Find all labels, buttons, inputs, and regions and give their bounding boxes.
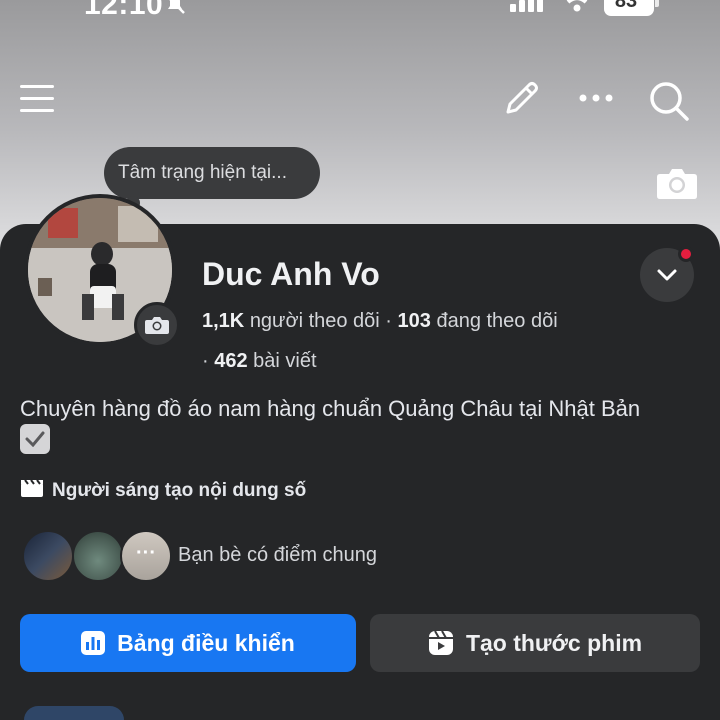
wifi-icon (560, 0, 594, 17)
followers-count[interactable]: 1,1K (202, 310, 244, 332)
following-label[interactable]: đang theo dõi (436, 310, 557, 332)
battery-nub (655, 0, 659, 7)
battery-level: 83 (614, 0, 638, 12)
dashboard-chart-icon (81, 631, 106, 655)
creator-category: Người sáng tạo nội dung số (20, 478, 306, 504)
checkmark-icon (20, 424, 50, 454)
following-count[interactable]: 103 (398, 310, 431, 332)
followers-label[interactable]: người theo dõi (250, 310, 380, 332)
cover-camera-icon[interactable] (656, 166, 698, 205)
more-icon[interactable] (578, 88, 614, 113)
status-bar: 12:10 83 (0, 0, 720, 24)
create-reel-button[interactable]: Tạo thước phim (370, 614, 700, 672)
avatar-camera-button[interactable] (134, 302, 180, 348)
clapperboard-icon (20, 478, 44, 504)
posts-label: bài viết (253, 350, 317, 372)
bell-muted-icon (164, 0, 186, 19)
signal-icon (510, 0, 546, 17)
menu-icon[interactable] (20, 82, 54, 121)
create-reel-label: Tạo thước phim (465, 629, 643, 656)
dashboard-label: Bảng điều khiển (117, 629, 295, 656)
next-button-peek[interactable] (24, 706, 124, 720)
follow-stats: 1,1K người theo dõi · 103 đang theo dõi (202, 310, 558, 333)
separator-dot: · (202, 350, 215, 372)
separator-dot: · (385, 310, 398, 332)
friend-avatar[interactable] (22, 530, 74, 582)
chevron-down-icon (657, 269, 677, 281)
status-time: 12:10 (84, 0, 164, 21)
search-icon[interactable] (648, 80, 690, 127)
dashboard-button[interactable]: Bảng điều khiển (20, 614, 356, 672)
battery-indicator: 83 (604, 0, 659, 16)
profile-bio: Chuyên hàng đồ áo nam hàng chuẩn Quảng C… (20, 396, 641, 421)
mutual-friends-label[interactable]: Bạn bè có điểm chung (178, 544, 377, 567)
notification-badge (678, 246, 694, 262)
reel-icon (428, 630, 454, 656)
more-friends-icon: ··· (136, 542, 156, 564)
posts-count: 462 (214, 350, 248, 372)
profile-name: Duc Anh Vo (202, 256, 380, 292)
creator-label: Người sáng tạo nội dung số (52, 480, 307, 501)
mood-bubble[interactable]: Tâm trạng hiện tại... (104, 147, 320, 199)
mutual-friends-avatars[interactable]: ··· (22, 530, 172, 584)
post-stats: · 462 bài viết (202, 350, 317, 373)
friend-avatar[interactable] (72, 530, 124, 582)
edit-icon[interactable] (502, 80, 540, 123)
